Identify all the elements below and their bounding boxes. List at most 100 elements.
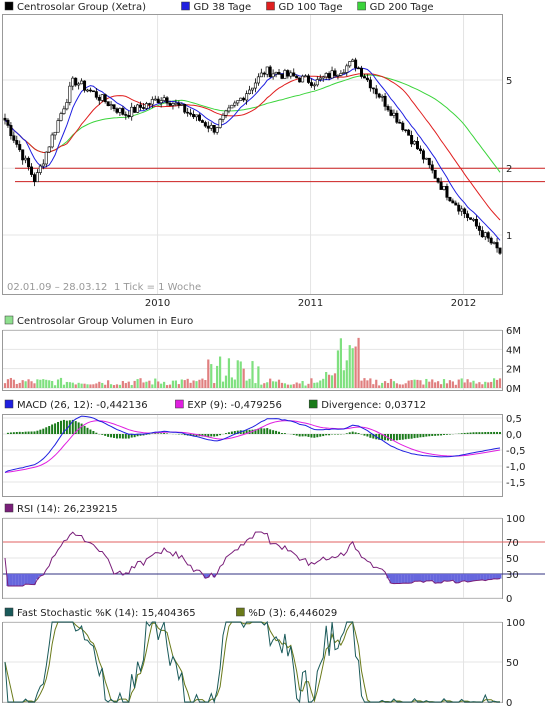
volume-bar	[109, 384, 113, 388]
y-tick-label: 4M	[506, 345, 521, 356]
divergence-bar	[354, 432, 357, 434]
volume-bar	[139, 378, 142, 388]
volume-bar	[348, 345, 351, 388]
volume-bar	[9, 377, 12, 388]
volume-bar	[442, 379, 446, 388]
candle-body	[351, 59, 355, 62]
volume-bar	[221, 381, 225, 388]
candle-body	[239, 97, 243, 101]
volume-bar	[151, 384, 154, 388]
volume-bar	[127, 381, 130, 388]
candle-body	[68, 85, 72, 103]
rsi-oversold-bar	[463, 574, 467, 581]
rsi-oversold-bar	[410, 574, 414, 584]
rsi-oversold-bar	[12, 574, 16, 586]
volume-bar	[3, 383, 7, 388]
legend-swatch	[357, 1, 366, 11]
candle-body	[133, 106, 137, 113]
rsi-oversold-bar	[404, 574, 408, 584]
candle-body	[174, 102, 178, 105]
volume-bar	[280, 382, 284, 388]
volume-bar	[425, 378, 428, 388]
volume-bar	[213, 383, 216, 388]
volume-bar	[345, 360, 348, 388]
candle-body	[168, 102, 172, 106]
candle-body	[242, 97, 246, 101]
volume-bar	[439, 384, 443, 388]
divergence-bar	[278, 431, 281, 434]
candle-body	[457, 204, 461, 212]
volume-bar	[336, 350, 340, 388]
divergence-bar	[407, 434, 410, 439]
rsi-oversold-bar	[24, 574, 28, 585]
candle-body	[348, 61, 352, 67]
candle-body	[451, 200, 455, 204]
candle-body	[265, 66, 269, 75]
candle-body	[124, 114, 128, 116]
volume-bar	[48, 380, 51, 388]
candle-body	[209, 124, 213, 129]
macd-y-ticks: 0,5 0,0 -0,5 -1,0 -1,5	[506, 414, 526, 489]
x-tick-label: 2010	[145, 298, 170, 309]
candle-body	[324, 73, 328, 78]
volume-bar	[80, 383, 83, 388]
candle-body	[304, 75, 308, 78]
candle-body	[357, 67, 361, 70]
volume-bar	[157, 381, 160, 388]
volume-bar	[389, 378, 393, 388]
volume-bar	[33, 383, 36, 388]
volume-bar	[207, 359, 210, 388]
candle-body	[12, 135, 16, 141]
volume-bar	[395, 383, 398, 388]
candle-body	[100, 94, 104, 101]
divergence-bar	[475, 432, 478, 434]
volume-bar	[83, 383, 86, 388]
price-legend: Centrosolar Group (Xetra) GD 38 Tage GD 10…	[4, 1, 434, 13]
volume-bar	[357, 337, 360, 388]
legend-swatch	[4, 399, 14, 409]
volume-bar	[478, 382, 481, 388]
volume-bar	[404, 383, 407, 388]
volume-bar	[107, 380, 110, 388]
candle-body	[150, 99, 154, 105]
volume-bar	[363, 378, 366, 388]
divergence-bar	[460, 433, 463, 434]
divergence-bar	[80, 423, 83, 434]
stochastic-y-ticks: 100 50 0	[506, 618, 525, 709]
volume-bar	[121, 381, 124, 388]
candle-body	[21, 149, 25, 161]
divergence-bar	[448, 434, 451, 435]
volume-bar	[142, 382, 145, 388]
candle-body	[427, 157, 431, 166]
legend-swatch	[4, 315, 14, 325]
divergence-bar	[18, 431, 21, 434]
divergence-bar	[431, 434, 434, 436]
volume-bar	[21, 380, 24, 388]
candle-body	[315, 79, 319, 86]
candle-body	[277, 72, 281, 75]
divergence-bar	[113, 434, 116, 438]
candle-body	[342, 72, 346, 74]
candle-body	[474, 218, 478, 227]
candle-body	[56, 120, 60, 133]
divergence-bar	[101, 434, 104, 435]
volume-bar	[201, 378, 204, 388]
volume-bar	[24, 381, 27, 388]
divergence-bar	[210, 434, 213, 437]
candle-body	[274, 72, 278, 75]
rsi-oversold-bar	[424, 574, 428, 581]
candle-body	[466, 213, 470, 218]
divergence-bar	[304, 434, 307, 437]
divergence-bar	[110, 434, 113, 438]
volume-bar	[354, 346, 357, 388]
x-tick-label: 2011	[298, 298, 323, 309]
volume-bar	[112, 385, 116, 388]
candle-body	[141, 107, 145, 109]
candle-body	[345, 65, 349, 73]
divergence-bar	[357, 433, 360, 434]
candle-body	[256, 76, 260, 84]
volume-bar	[295, 382, 298, 388]
volume-bar	[310, 378, 313, 388]
volume-bar	[163, 381, 166, 388]
divergence-bar	[266, 428, 269, 434]
